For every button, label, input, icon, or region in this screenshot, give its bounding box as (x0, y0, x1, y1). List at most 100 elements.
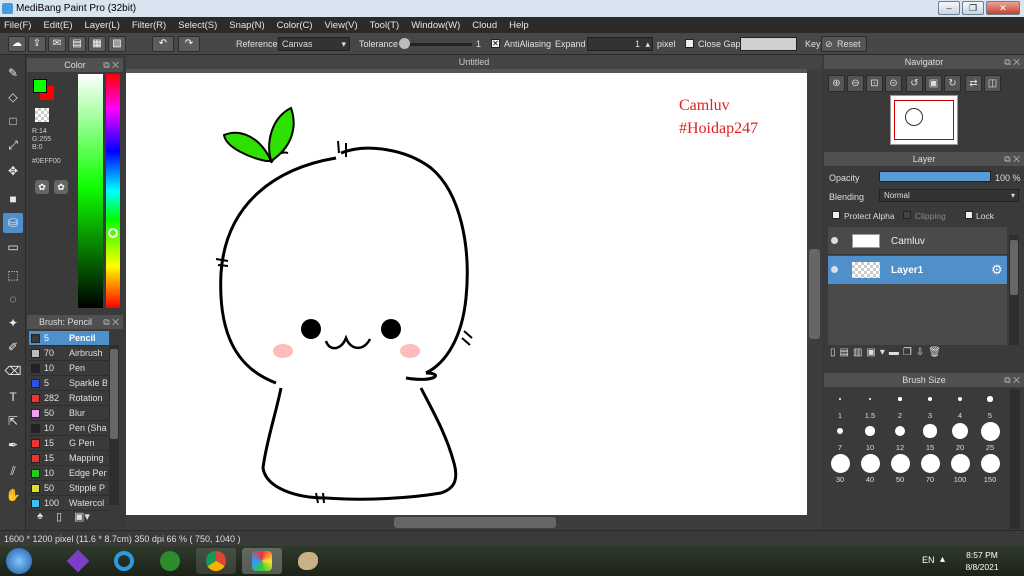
fill-rect-icon[interactable]: ■ (3, 189, 23, 209)
paint-icon[interactable] (288, 548, 328, 574)
layer-row-layer1[interactable]: Layer1 ⚙ (828, 256, 1007, 284)
select-rect-icon[interactable]: ⬚ (3, 265, 23, 285)
drawing-canvas[interactable]: Camluv #Hoidap247 (126, 73, 807, 515)
close-gaps-checkbox[interactable] (685, 39, 694, 48)
fit-icon[interactable]: ⊡ (866, 75, 883, 92)
rectangle-tool-icon[interactable]: □ (3, 111, 23, 131)
hue-bar[interactable] (106, 74, 120, 308)
brush-size-option[interactable]: 30 (826, 453, 854, 484)
move-tool-icon[interactable]: ✥ (3, 161, 23, 181)
text-tool-icon[interactable]: T (3, 387, 23, 407)
brush-size-option[interactable]: 10 (856, 421, 884, 452)
reset-view-icon[interactable]: ◫ (984, 75, 1001, 92)
brush-item[interactable]: 15 G Pen (29, 436, 109, 451)
brush-size-option[interactable]: 25 (976, 421, 1004, 452)
brush-size-option[interactable]: 5 (976, 389, 1004, 420)
brush-item[interactable]: 100 Watercol (29, 496, 109, 511)
restore-button[interactable]: ❐ (962, 1, 984, 15)
new-8bit-layer-icon[interactable]: ▥ (853, 347, 866, 358)
reference-select[interactable]: Canvas ▾ (278, 37, 350, 51)
select-pen-icon[interactable]: ✐ (3, 337, 23, 357)
gear-icon[interactable]: ⚙ (991, 262, 1003, 278)
brush-item[interactable]: 282 Rotation (29, 391, 109, 406)
stepper-icon[interactable]: ▴ (645, 38, 650, 50)
brush-list-scrollbar[interactable] (109, 345, 119, 505)
navigator-preview[interactable] (890, 95, 958, 145)
reset-button[interactable]: ⊘ Reset (821, 36, 867, 52)
panel-close-icon[interactable]: ⧉ ✕ (1004, 55, 1020, 69)
minimize-button[interactable]: – (938, 1, 960, 15)
brush-size-option[interactable]: 1 (826, 389, 854, 420)
canvas-vertical-scrollbar[interactable] (807, 69, 822, 515)
internet-explorer-icon[interactable] (104, 548, 144, 574)
menu-window[interactable]: Window(W) (411, 20, 460, 31)
magic-wand-icon[interactable]: ✦ (3, 313, 23, 333)
new-brush-icon[interactable]: ▯ (51, 510, 67, 526)
brush-size-option[interactable]: 7 (826, 421, 854, 452)
clock[interactable]: 8:57 PM 8/8/2021 (960, 549, 1004, 573)
panel-close-icon[interactable]: ⧉ ✕ (103, 315, 119, 329)
blending-select[interactable]: Normal ▾ (879, 189, 1019, 202)
panel-close-icon[interactable]: ⧉ ✕ (103, 58, 119, 72)
protect-alpha-checkbox[interactable] (832, 211, 840, 219)
eyedropper-icon[interactable]: ✒ (3, 435, 23, 455)
bucket-tool-icon[interactable]: ⛁ (3, 213, 23, 233)
brush-item[interactable]: 5 Pencil (29, 331, 109, 346)
document-icon[interactable]: ▦ (88, 36, 106, 52)
tray-arrow-icon[interactable]: ▴ (940, 554, 945, 565)
menu-select[interactable]: Select(S) (178, 20, 217, 31)
menu-snap[interactable]: Snap(N) (229, 20, 264, 31)
menu-view[interactable]: View(V) (325, 20, 358, 31)
lock-checkbox[interactable] (965, 211, 973, 219)
antialiasing-checkbox[interactable]: ✕ (491, 39, 500, 48)
eraser-tool-icon[interactable]: ◇ (3, 87, 23, 107)
language-indicator[interactable]: EN (922, 555, 935, 565)
cloud-icon[interactable]: ☁ (8, 36, 26, 52)
lasso-tool-icon[interactable]: ◌ (3, 289, 23, 309)
flip-icon[interactable]: ⇄ (965, 75, 982, 92)
brush-item[interactable]: 10 Edge Pen (29, 466, 109, 481)
folder-icon[interactable]: ▬ (889, 347, 903, 358)
brush-item[interactable]: 5 Sparkle B (29, 376, 109, 391)
panel-close-icon[interactable]: ⧉ ✕ (1004, 373, 1020, 387)
menu-color[interactable]: Color(C) (277, 20, 313, 31)
new-layer-icon[interactable]: ▯ (830, 347, 840, 358)
tolerance-slider-handle[interactable] (399, 38, 410, 49)
brush-size-option[interactable]: 2 (886, 389, 914, 420)
visibility-eye-icon[interactable] (831, 266, 838, 273)
hand-tool-icon[interactable]: ✋ (3, 485, 23, 505)
add-layer-menu-icon[interactable]: ▣▾ (866, 347, 888, 358)
brush-size-option[interactable]: 1.5 (856, 389, 884, 420)
brush-item[interactable]: 70 Airbrush (29, 346, 109, 361)
add-brush-icon[interactable]: ♠ (32, 510, 48, 526)
brush-item[interactable]: 50 Blur (29, 406, 109, 421)
rotate-left-icon[interactable]: ↺ (906, 75, 923, 92)
expand-input[interactable]: 1 ▴ (587, 37, 653, 51)
brush-size-option[interactable]: 100 (946, 453, 974, 484)
menu-help[interactable]: Help (509, 20, 529, 31)
close-gaps-field[interactable] (740, 37, 797, 51)
brush-size-option[interactable]: 70 (916, 453, 944, 484)
zoom-in-icon[interactable]: ⊕ (828, 75, 845, 92)
brush-menu-icon[interactable]: ▣▾ (71, 510, 93, 526)
brush-tool-icon[interactable]: ✎ (3, 63, 23, 83)
brush-item[interactable]: 10 Pen (Sha (29, 421, 109, 436)
zoom-out-icon[interactable]: ⊖ (847, 75, 864, 92)
saturation-brightness-bar[interactable] (78, 74, 103, 308)
chrome-icon[interactable] (196, 548, 236, 574)
brush-item[interactable]: 50 Stipple P (29, 481, 109, 496)
menu-file[interactable]: File(F) (4, 20, 31, 31)
medibang-taskbar-icon[interactable] (242, 548, 282, 574)
brush-size-option[interactable]: 40 (856, 453, 884, 484)
document-tab[interactable]: Untitled (126, 55, 822, 69)
brush-size-option[interactable]: 50 (886, 453, 914, 484)
menu-tool[interactable]: Tool(T) (370, 20, 400, 31)
canvas-horizontal-scrollbar[interactable] (126, 515, 822, 530)
opacity-slider[interactable] (879, 171, 991, 182)
layer-list-scrollbar[interactable] (1009, 235, 1019, 345)
rotate-right-icon[interactable]: ↻ (944, 75, 961, 92)
brush-item[interactable]: 10 Pen (29, 361, 109, 376)
undo-icon[interactable]: ↶ (152, 36, 174, 52)
menu-cloud[interactable]: Cloud (472, 20, 497, 31)
clipping-checkbox[interactable] (903, 211, 911, 219)
